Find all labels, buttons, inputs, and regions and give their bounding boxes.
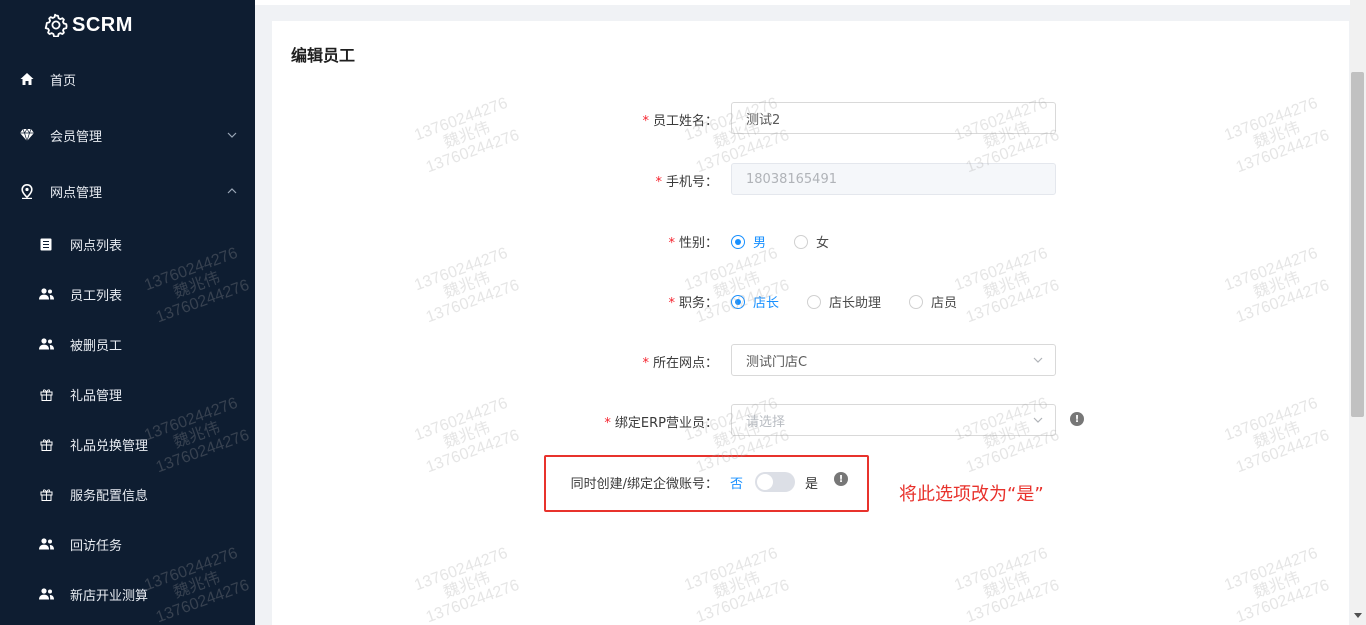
role-radio-clerk[interactable]: 店员: [909, 292, 957, 311]
gender-radio-group: 男 女: [731, 232, 857, 251]
sidebar-item-gift-management[interactable]: 礼品管理: [0, 374, 255, 414]
sidebar-item-staff-list[interactable]: 员工列表: [0, 274, 255, 314]
gift-icon: [38, 386, 54, 402]
wecom-switch[interactable]: [755, 472, 795, 492]
gender-radio-male[interactable]: 男: [731, 232, 766, 251]
scrollbar-thumb[interactable]: [1351, 72, 1364, 417]
sidebar: SCRM 首页 会员管理 网点管理 网点列表 员工列表 被删员工 礼品管理 礼品…: [0, 0, 255, 625]
gift-icon: [38, 486, 54, 502]
outlet-select[interactable]: 测试门店C: [731, 344, 1056, 376]
role-radio-assistant-manager[interactable]: 店长助理: [807, 292, 881, 311]
location-pin-icon: [19, 183, 35, 199]
radio-dot: [909, 294, 924, 309]
users-icon: [38, 336, 54, 352]
users-icon: [38, 586, 54, 602]
sidebar-item-label: 回访任务: [70, 538, 123, 554]
name-label: * 员工姓名：: [642, 114, 718, 129]
sidebar-item-label: 网点管理: [50, 185, 103, 201]
chevron-down-icon: [1033, 357, 1043, 363]
role-radio-group: 店长 店长助理 店员: [731, 292, 985, 311]
info-icon[interactable]: !: [834, 472, 848, 486]
gender-label: * 性别：: [668, 236, 718, 251]
logo-text: SCRM: [72, 13, 133, 36]
radio-dot: [731, 294, 745, 309]
switch-knob: [757, 474, 773, 490]
logo[interactable]: SCRM: [44, 12, 133, 38]
sidebar-item-visit-tasks[interactable]: 回访任务: [0, 524, 255, 564]
sidebar-item-label: 会员管理: [50, 129, 103, 145]
outlet-label: * 所在网点：: [642, 356, 718, 371]
home-icon: [19, 71, 35, 87]
sidebar-item-label: 礼品兑换管理: [70, 438, 149, 454]
sidebar-item-deleted-staff[interactable]: 被删员工: [0, 324, 255, 364]
sidebar-item-label: 员工列表: [70, 288, 123, 304]
chevron-down-icon: [227, 132, 237, 138]
sidebar-item-label: 服务配置信息: [70, 488, 149, 504]
gear-logo-icon: [44, 13, 68, 37]
scrollbar[interactable]: [1350, 0, 1366, 625]
annotation-text: 将此选项改为“是”: [899, 484, 1044, 505]
sidebar-item-home[interactable]: 首页: [0, 59, 255, 99]
sidebar-item-label: 被删员工: [70, 338, 123, 354]
list-icon: [38, 236, 54, 252]
role-label: * 职务：: [668, 296, 718, 311]
sidebar-item-service-config[interactable]: 服务配置信息: [0, 474, 255, 514]
scroll-down-arrow[interactable]: [1354, 613, 1362, 618]
sidebar-item-label: 新店开业测算: [70, 588, 149, 604]
chevron-up-icon: [227, 188, 237, 194]
radio-dot: [807, 294, 822, 309]
gift-icon: [38, 436, 54, 452]
diamond-icon: [19, 127, 35, 143]
users-icon: [38, 286, 54, 302]
phone-input: 18038165491: [731, 163, 1056, 195]
switch-off-label: 否: [730, 477, 744, 492]
chevron-down-icon: [1033, 417, 1043, 423]
sidebar-item-members[interactable]: 会员管理: [0, 115, 255, 155]
sidebar-item-label: 礼品管理: [70, 388, 123, 404]
radio-dot: [731, 234, 745, 249]
sidebar-item-outlets[interactable]: 网点管理: [0, 171, 255, 211]
phone-label: * 手机号：: [655, 175, 718, 190]
wecom-label: 同时创建/绑定企微账号：: [570, 477, 718, 492]
switch-on-label: 是: [805, 477, 819, 492]
radio-dot: [794, 234, 809, 249]
sidebar-item-label: 首页: [50, 73, 77, 89]
info-icon[interactable]: !: [1070, 412, 1084, 426]
sidebar-item-gift-exchange[interactable]: 礼品兑换管理: [0, 424, 255, 464]
gender-radio-female[interactable]: 女: [794, 232, 829, 251]
sidebar-item-new-store-estimate[interactable]: 新店开业测算: [0, 574, 255, 614]
name-input[interactable]: 测试2: [731, 102, 1056, 134]
erp-select[interactable]: 请选择: [731, 404, 1056, 436]
top-strip: [255, 0, 1350, 5]
role-radio-manager[interactable]: 店长: [731, 292, 779, 311]
sidebar-item-label: 网点列表: [70, 238, 123, 254]
users-icon: [38, 536, 54, 552]
sidebar-item-outlet-list[interactable]: 网点列表: [0, 224, 255, 264]
erp-label: * 绑定ERP营业员：: [604, 416, 718, 431]
page-title: 编辑员工: [291, 46, 356, 65]
